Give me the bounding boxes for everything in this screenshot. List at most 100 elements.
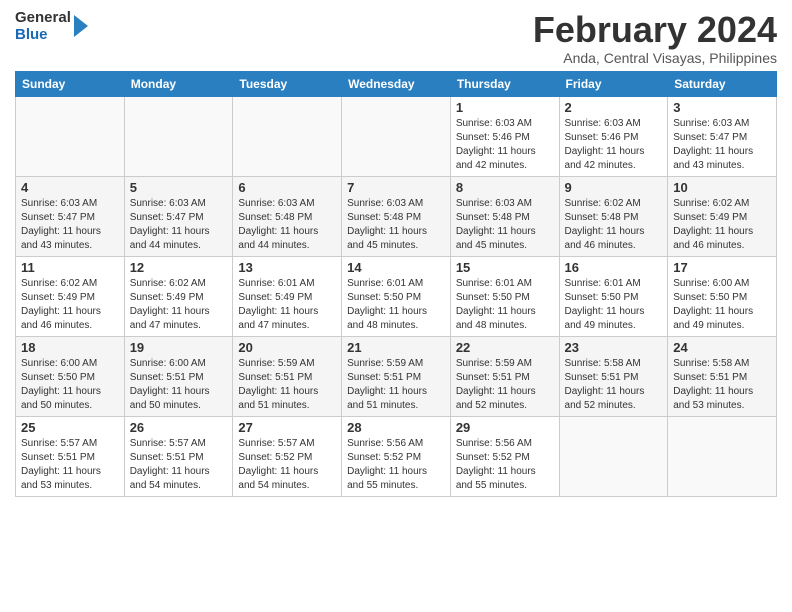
calendar-cell: 9Sunrise: 6:02 AMSunset: 5:48 PMDaylight…	[559, 176, 668, 256]
weekday-header: Tuesday	[233, 71, 342, 96]
day-number: 19	[130, 340, 228, 355]
calendar-cell: 12 Sunrise: 6:02 AMSunset: 5:49 PMDayligh…	[124, 256, 233, 336]
day-info: Sunrise: 6:02 AMSunset: 5:49 PMDaylight:…	[130, 277, 228, 333]
day-info: Sunrise: 5:59 AMSunset: 5:51 PMDaylight:…	[238, 357, 336, 413]
day-number: 25	[21, 420, 119, 435]
location: Anda, Central Visayas, Philippines	[533, 50, 777, 66]
calendar-cell: 18 Sunrise: 6:00 AMSunset: 5:50 PMDayligh…	[16, 336, 125, 416]
calendar-cell: 14 Sunrise: 6:01 AMSunset: 5:50 PMDayligh…	[342, 256, 451, 336]
day-number: 26	[130, 420, 228, 435]
calendar-cell: 24Sunrise: 5:58 AMSunset: 5:51 PMDayligh…	[668, 336, 777, 416]
day-number: 7	[347, 180, 445, 195]
day-number: 15	[456, 260, 554, 275]
day-number: 29	[456, 420, 554, 435]
day-number: 17	[673, 260, 771, 275]
calendar-cell: 4 Sunrise: 6:03 AMSunset: 5:47 PMDaylight…	[16, 176, 125, 256]
calendar-cell: 29 Sunrise: 5:56 AMSunset: 5:52 PMDayligh…	[450, 416, 559, 496]
calendar-cell: 5 Sunrise: 6:03 AMSunset: 5:47 PMDaylight…	[124, 176, 233, 256]
day-number: 28	[347, 420, 445, 435]
day-number: 9	[565, 180, 663, 195]
calendar-cell: 26Sunrise: 5:57 AMSunset: 5:51 PMDayligh…	[124, 416, 233, 496]
day-info: Sunrise: 6:03 AMSunset: 5:47 PMDaylight:…	[673, 117, 771, 173]
day-number: 1	[456, 100, 554, 115]
day-number: 21	[347, 340, 445, 355]
calendar-cell	[16, 96, 125, 176]
day-info: Sunrise: 6:03 AMSunset: 5:46 PMDaylight:…	[565, 117, 663, 173]
weekday-header: Monday	[124, 71, 233, 96]
logo-general: General	[15, 10, 71, 27]
day-info: Sunrise: 6:03 AMSunset: 5:48 PMDaylight:…	[347, 197, 445, 253]
calendar-cell: 19 Sunrise: 6:00 AMSunset: 5:51 PMDayligh…	[124, 336, 233, 416]
day-number: 11	[21, 260, 119, 275]
day-number: 12	[130, 260, 228, 275]
calendar-cell: 7 Sunrise: 6:03 AMSunset: 5:48 PMDaylight…	[342, 176, 451, 256]
day-info: Sunrise: 6:03 AMSunset: 5:48 PMDaylight:…	[456, 197, 554, 253]
day-info: Sunrise: 6:01 AMSunset: 5:50 PMDaylight:…	[456, 277, 554, 333]
weekday-header: Saturday	[668, 71, 777, 96]
day-number: 14	[347, 260, 445, 275]
day-number: 2	[565, 100, 663, 115]
calendar-cell: 8 Sunrise: 6:03 AMSunset: 5:48 PMDaylight…	[450, 176, 559, 256]
calendar-cell: 6 Sunrise: 6:03 AMSunset: 5:48 PMDaylight…	[233, 176, 342, 256]
day-number: 24	[673, 340, 771, 355]
calendar-week-row: 18 Sunrise: 6:00 AMSunset: 5:50 PMDayligh…	[16, 336, 777, 416]
day-number: 20	[238, 340, 336, 355]
month-title: February 2024	[533, 10, 777, 50]
day-number: 27	[238, 420, 336, 435]
calendar-cell	[233, 96, 342, 176]
calendar-week-row: 4 Sunrise: 6:03 AMSunset: 5:47 PMDaylight…	[16, 176, 777, 256]
calendar-cell	[342, 96, 451, 176]
weekday-header: Sunday	[16, 71, 125, 96]
day-info: Sunrise: 5:58 AMSunset: 5:51 PMDaylight:…	[565, 357, 663, 413]
calendar-week-row: 1 Sunrise: 6:03 AMSunset: 5:46 PMDaylight…	[16, 96, 777, 176]
title-area: February 2024 Anda, Central Visayas, Phi…	[533, 10, 777, 66]
day-info: Sunrise: 5:57 AMSunset: 5:52 PMDaylight:…	[238, 437, 336, 493]
logo: General Blue	[15, 10, 88, 43]
day-number: 16	[565, 260, 663, 275]
calendar-cell: 22Sunrise: 5:59 AMSunset: 5:51 PMDayligh…	[450, 336, 559, 416]
calendar-cell: 23Sunrise: 5:58 AMSunset: 5:51 PMDayligh…	[559, 336, 668, 416]
weekday-header: Friday	[559, 71, 668, 96]
calendar-cell: 1 Sunrise: 6:03 AMSunset: 5:46 PMDaylight…	[450, 96, 559, 176]
day-info: Sunrise: 6:03 AMSunset: 5:46 PMDaylight:…	[456, 117, 554, 173]
calendar-cell: 11 Sunrise: 6:02 AMSunset: 5:49 PMDayligh…	[16, 256, 125, 336]
day-number: 22	[456, 340, 554, 355]
calendar-table: SundayMondayTuesdayWednesdayThursdayFrid…	[15, 71, 777, 497]
calendar-cell	[668, 416, 777, 496]
calendar-cell: 20 Sunrise: 5:59 AMSunset: 5:51 PMDayligh…	[233, 336, 342, 416]
day-number: 6	[238, 180, 336, 195]
day-info: Sunrise: 6:01 AMSunset: 5:49 PMDaylight:…	[238, 277, 336, 333]
calendar-cell	[559, 416, 668, 496]
logo-text: General Blue	[15, 10, 71, 43]
day-info: Sunrise: 6:02 AMSunset: 5:49 PMDaylight:…	[673, 197, 771, 253]
calendar-cell: 10 Sunrise: 6:02 AMSunset: 5:49 PMDayligh…	[668, 176, 777, 256]
day-info: Sunrise: 6:00 AMSunset: 5:50 PMDaylight:…	[673, 277, 771, 333]
calendar-week-row: 25Sunrise: 5:57 AMSunset: 5:51 PMDayligh…	[16, 416, 777, 496]
calendar-cell: 15 Sunrise: 6:01 AMSunset: 5:50 PMDayligh…	[450, 256, 559, 336]
day-info: Sunrise: 6:00 AMSunset: 5:51 PMDaylight:…	[130, 357, 228, 413]
day-info: Sunrise: 6:03 AMSunset: 5:48 PMDaylight:…	[238, 197, 336, 253]
logo-arrow-icon	[74, 15, 88, 37]
day-info: Sunrise: 6:00 AMSunset: 5:50 PMDaylight:…	[21, 357, 119, 413]
day-number: 18	[21, 340, 119, 355]
day-info: Sunrise: 6:01 AMSunset: 5:50 PMDaylight:…	[347, 277, 445, 333]
day-number: 10	[673, 180, 771, 195]
page-header: General Blue February 2024 Anda, Central…	[15, 10, 777, 66]
day-number: 4	[21, 180, 119, 195]
day-number: 13	[238, 260, 336, 275]
weekday-header: Thursday	[450, 71, 559, 96]
calendar-cell: 16Sunrise: 6:01 AMSunset: 5:50 PMDayligh…	[559, 256, 668, 336]
calendar-cell: 2 Sunrise: 6:03 AMSunset: 5:46 PMDaylight…	[559, 96, 668, 176]
day-number: 3	[673, 100, 771, 115]
day-info: Sunrise: 6:03 AMSunset: 5:47 PMDaylight:…	[130, 197, 228, 253]
day-info: Sunrise: 5:59 AMSunset: 5:51 PMDaylight:…	[347, 357, 445, 413]
day-info: Sunrise: 6:02 AMSunset: 5:49 PMDaylight:…	[21, 277, 119, 333]
day-number: 5	[130, 180, 228, 195]
weekday-header: Wednesday	[342, 71, 451, 96]
day-info: Sunrise: 5:56 AMSunset: 5:52 PMDaylight:…	[456, 437, 554, 493]
calendar-cell: 27 Sunrise: 5:57 AMSunset: 5:52 PMDayligh…	[233, 416, 342, 496]
calendar-cell: 28Sunrise: 5:56 AMSunset: 5:52 PMDayligh…	[342, 416, 451, 496]
day-number: 8	[456, 180, 554, 195]
calendar-cell: 13 Sunrise: 6:01 AMSunset: 5:49 PMDayligh…	[233, 256, 342, 336]
day-info: Sunrise: 6:03 AMSunset: 5:47 PMDaylight:…	[21, 197, 119, 253]
